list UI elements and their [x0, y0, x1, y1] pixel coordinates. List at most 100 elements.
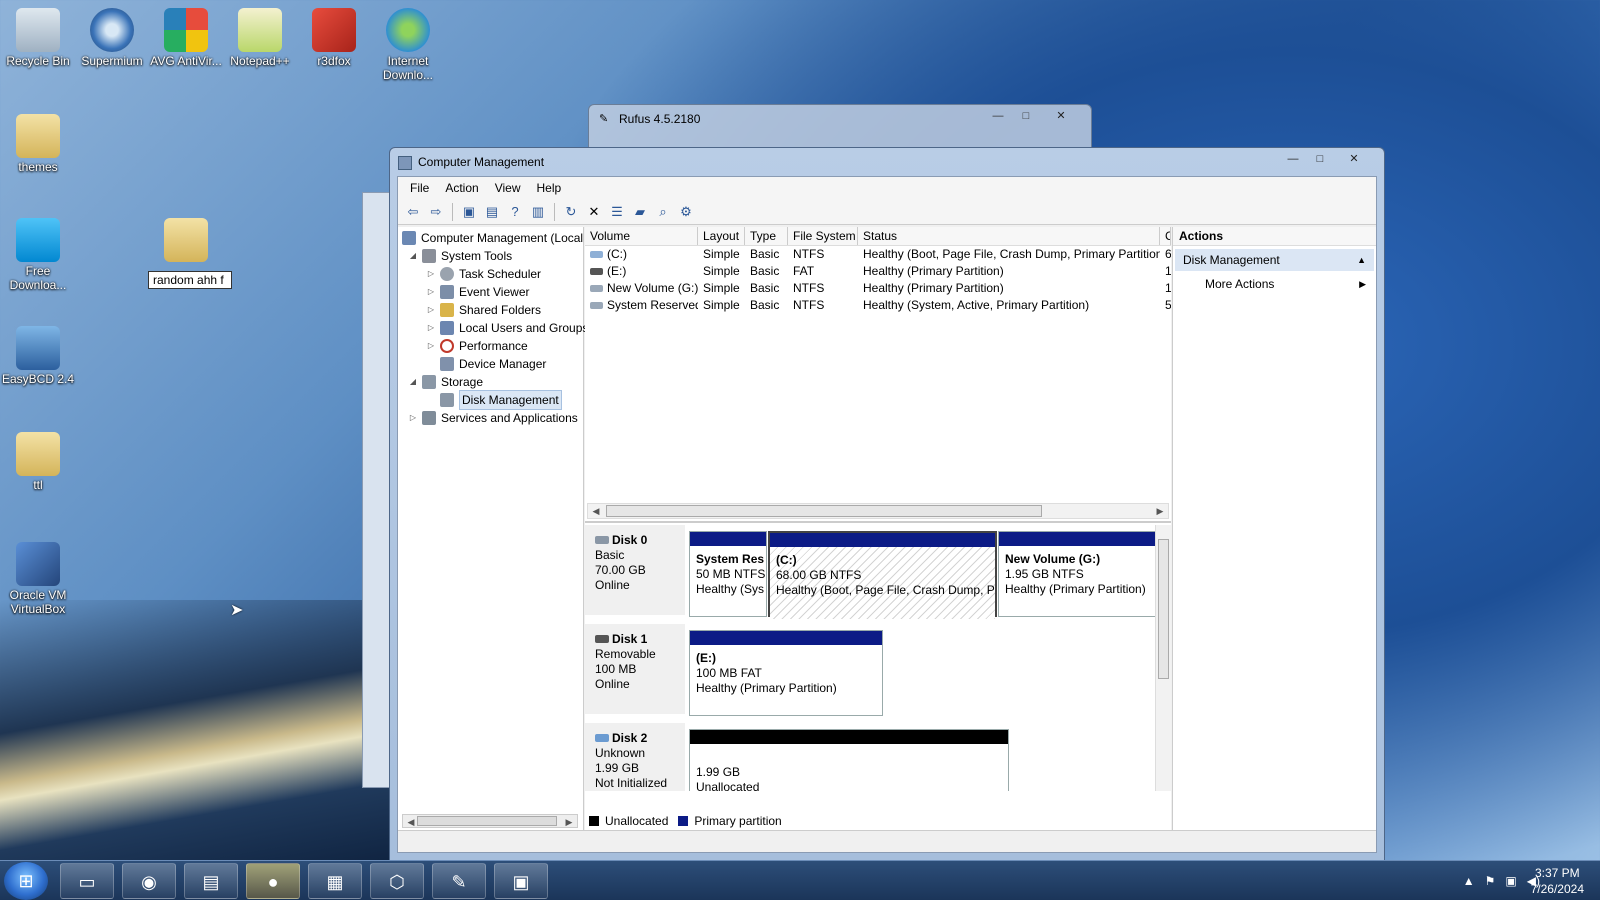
expanded-icon[interactable]: ◢	[408, 373, 418, 391]
search-icon[interactable]: ⌕	[654, 203, 672, 221]
maximize-button[interactable]: □	[1307, 150, 1333, 168]
column-file-system[interactable]: File System	[788, 227, 858, 245]
network-icon[interactable]: ▣	[1505, 874, 1516, 888]
delete-icon[interactable]: ✕	[585, 203, 603, 221]
forward-icon[interactable]: ⇨	[427, 203, 445, 221]
disk-info[interactable]: Disk 2 Unknown 1.99 GB Not Initialized	[585, 723, 685, 791]
scroll-left-icon[interactable]: ◀	[589, 504, 603, 518]
back-icon[interactable]: ⇦	[404, 203, 422, 221]
taskbar-avg[interactable]: ▦	[308, 863, 362, 899]
desktop-icon-avg[interactable]: AVG AntiVir...	[148, 8, 224, 68]
show-hide-tree-icon[interactable]: ▤	[483, 203, 501, 221]
settings-icon[interactable]: ⚙	[677, 203, 695, 221]
partition-system-reserved[interactable]: System Res 50 MB NTFS Healthy (Sys	[689, 531, 767, 617]
table-row[interactable]: (E:) Simple Basic FAT Healthy (Primary P…	[585, 263, 1171, 280]
desktop-icon-recycle-bin[interactable]: Recycle Bin	[0, 8, 76, 68]
desktop-icon-notepadpp[interactable]: Notepad++	[222, 8, 298, 68]
scroll-right-icon[interactable]: ▶	[1153, 504, 1167, 518]
more-actions-item[interactable]: More Actions ▶	[1173, 274, 1376, 294]
close-button[interactable]: ✕	[1041, 107, 1081, 125]
help-icon[interactable]: ?	[506, 203, 524, 221]
tree-item-system-tools[interactable]: ◢ System Tools	[408, 247, 512, 265]
table-row[interactable]: System Reserved Simple Basic NTFS Health…	[585, 297, 1171, 314]
properties-icon[interactable]: ☰	[608, 203, 626, 221]
start-button[interactable]: ⊞	[4, 862, 48, 900]
menu-action[interactable]: Action	[437, 181, 486, 195]
desktop-icon-themes[interactable]: themes	[0, 114, 76, 174]
taskbar-computer[interactable]: ▤	[184, 863, 238, 899]
collapsed-icon[interactable]: ▷	[426, 337, 436, 355]
partition-unallocated[interactable]: 1.99 GB Unallocated	[689, 729, 1009, 791]
tree-item-local-users[interactable]: ▷ Local Users and Groups	[426, 319, 588, 337]
tree-item-device-manager[interactable]: Device Manager	[426, 355, 546, 373]
minimize-button[interactable]: —	[985, 107, 1011, 125]
tree-item-shared-folders[interactable]: ▷ Shared Folders	[426, 301, 541, 319]
desktop-icon-virtualbox[interactable]: Oracle VM VirtualBox	[0, 542, 76, 616]
open-icon[interactable]: ▰	[631, 203, 649, 221]
tree-item-task-scheduler[interactable]: ▷ Task Scheduler	[426, 265, 541, 283]
up-folder-icon[interactable]: ▣	[460, 203, 478, 221]
rename-field[interactable]: random ahh f	[148, 271, 232, 289]
disk-info[interactable]: Disk 1 Removable 100 MB Online	[585, 624, 685, 717]
scroll-right-icon[interactable]: ▶	[562, 815, 576, 829]
partition-c[interactable]: (C:) 68.00 GB NTFS Healthy (Boot, Page F…	[768, 531, 997, 619]
column-status[interactable]: Status	[858, 227, 1160, 245]
actions-section-disk-management[interactable]: Disk Management ▲	[1175, 249, 1374, 271]
collapsed-icon[interactable]: ▷	[426, 319, 436, 337]
scrollbar-thumb[interactable]	[1158, 539, 1169, 679]
collapsed-icon[interactable]: ▷	[426, 265, 436, 283]
expanded-icon[interactable]: ◢	[408, 247, 418, 265]
tree-item-disk-management[interactable]: Disk Management	[426, 390, 562, 410]
taskbar-rufus[interactable]: ✎	[432, 863, 486, 899]
scroll-left-icon[interactable]: ◀	[404, 815, 418, 829]
taskbar-supermium[interactable]: ◉	[122, 863, 176, 899]
table-row[interactable]: New Volume (G:) Simple Basic NTFS Health…	[585, 280, 1171, 297]
scrollbar-thumb[interactable]	[417, 816, 557, 826]
computer-management-window[interactable]: Computer Management — □ ✕ File Action Vi…	[389, 147, 1385, 861]
menu-view[interactable]: View	[487, 181, 529, 195]
show-action-pane-icon[interactable]: ▥	[529, 203, 547, 221]
column-capacity[interactable]: C	[1160, 227, 1171, 245]
disk-map-vertical-scrollbar[interactable]	[1155, 525, 1171, 791]
menu-file[interactable]: File	[402, 181, 437, 195]
desktop-icon-new-folder[interactable]	[148, 218, 224, 264]
collapse-icon[interactable]: ▲	[1357, 249, 1366, 271]
collapsed-icon[interactable]: ▷	[426, 283, 436, 301]
desktop-icon-easybcd[interactable]: EasyBCD 2.4	[0, 326, 76, 386]
show-hidden-icons-icon[interactable]: ▲	[1463, 874, 1475, 888]
refresh-icon[interactable]: ↻	[562, 203, 580, 221]
desktop-icon-free-download[interactable]: Free Downloa...	[0, 218, 76, 292]
disk-info[interactable]: Disk 0 Basic 70.00 GB Online	[585, 525, 685, 618]
scrollbar-thumb[interactable]	[606, 505, 1042, 517]
tree-item-services-apps[interactable]: ▷ Services and Applications	[408, 409, 578, 427]
tree-item-computer-management[interactable]: Computer Management (Local	[402, 229, 583, 247]
collapsed-icon[interactable]: ▷	[408, 409, 418, 427]
taskbar-idm[interactable]: ●	[246, 863, 300, 899]
collapsed-icon[interactable]: ▷	[426, 301, 436, 319]
desktop-icon-supermium[interactable]: Supermium	[74, 8, 150, 68]
tree-item-performance[interactable]: ▷ Performance	[426, 337, 528, 355]
taskbar-explorer[interactable]: ▭	[60, 863, 114, 899]
clock[interactable]: 3:37 PM 7/26/2024	[1531, 865, 1584, 897]
volume-list-horizontal-scrollbar[interactable]: ◀ ▶	[587, 503, 1169, 519]
column-volume[interactable]: Volume	[585, 227, 698, 245]
close-button[interactable]: ✕	[1334, 150, 1374, 168]
action-center-flag-icon[interactable]: ⚑	[1485, 874, 1496, 888]
column-layout[interactable]: Layout	[698, 227, 745, 245]
background-window[interactable]	[362, 192, 392, 788]
desktop-icon-idm[interactable]: Internet Downlo...	[370, 8, 446, 82]
partition-g[interactable]: New Volume (G:) 1.95 GB NTFS Healthy (Pr…	[998, 531, 1156, 617]
tree-horizontal-scrollbar[interactable]: ◀ ▶	[402, 814, 578, 828]
desktop-icon-ttl[interactable]: ttl	[0, 432, 76, 492]
maximize-button[interactable]: □	[1013, 107, 1039, 125]
desktop-icon-r3dfox[interactable]: r3dfox	[296, 8, 372, 68]
minimize-button[interactable]: —	[1280, 150, 1306, 168]
partition-e[interactable]: (E:) 100 MB FAT Healthy (Primary Partiti…	[689, 630, 883, 716]
table-row[interactable]: (C:) Simple Basic NTFS Healthy (Boot, Pa…	[585, 246, 1171, 263]
column-type[interactable]: Type	[745, 227, 788, 245]
taskbar-virtualbox[interactable]: ⬡	[370, 863, 424, 899]
tree-item-event-viewer[interactable]: ▷ Event Viewer	[426, 283, 529, 301]
tree-item-storage[interactable]: ◢ Storage	[408, 373, 483, 391]
taskbar-computer-management[interactable]: ▣	[494, 863, 548, 899]
menu-help[interactable]: Help	[529, 181, 570, 195]
